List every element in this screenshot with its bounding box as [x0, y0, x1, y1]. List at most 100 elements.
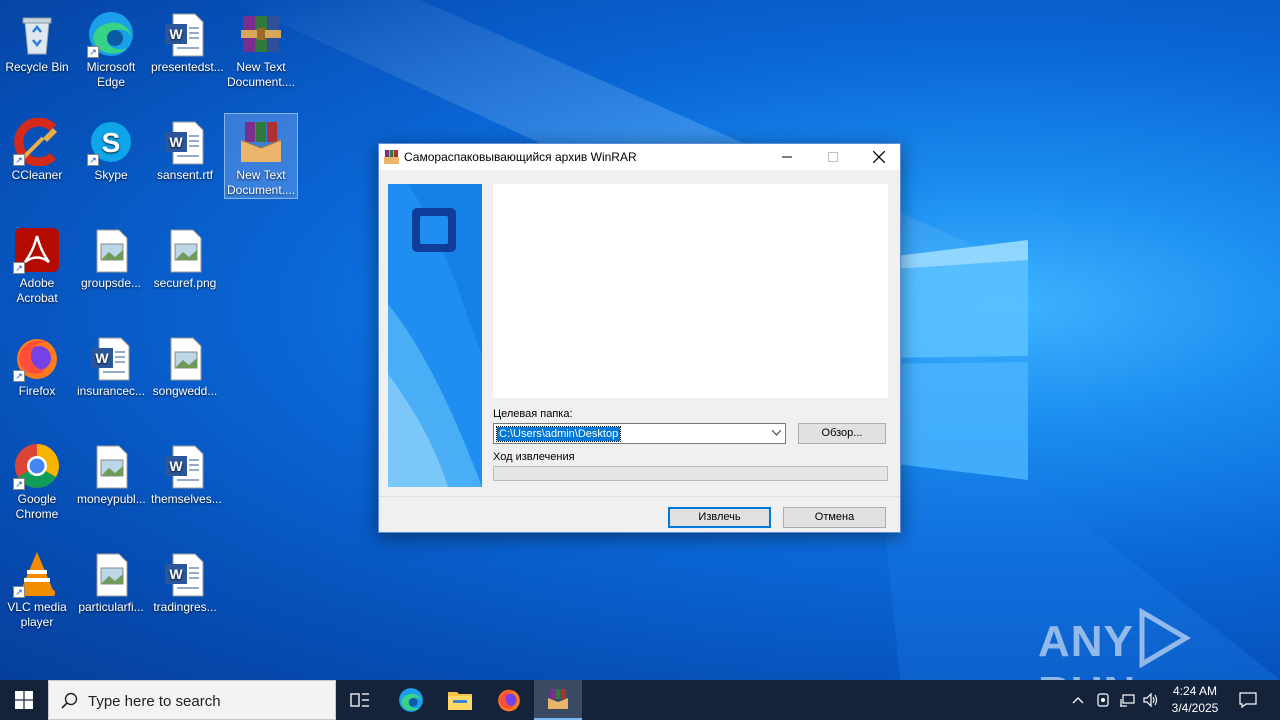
- image-file-icon: [161, 226, 209, 274]
- taskbar-file-explorer-button[interactable]: [436, 680, 484, 720]
- dialog-title: Самораспаковывающийся архив WinRAR: [404, 150, 637, 164]
- desktop-icon-google-chrome[interactable]: ↗ Google Chrome: [1, 438, 73, 522]
- sfx-side-banner: [388, 184, 482, 487]
- word-document-icon: W: [161, 442, 209, 490]
- shortcut-arrow-icon: ↗: [87, 154, 99, 166]
- taskbar-search-box[interactable]: Type here to search: [48, 680, 336, 720]
- desktop-icon-recycle-bin[interactable]: Recycle Bin: [1, 6, 73, 75]
- chevron-up-icon: [1072, 697, 1084, 704]
- word-document-icon: W: [161, 550, 209, 598]
- svg-text:S: S: [102, 127, 121, 158]
- svg-text:W: W: [169, 26, 183, 42]
- svg-text:W: W: [169, 458, 183, 474]
- desktop-icon-presentedst[interactable]: W presentedst...: [149, 6, 224, 75]
- desktop-icon-label: CCleaner: [11, 168, 63, 182]
- recycle-bin-icon: [13, 10, 61, 58]
- tray-device-button[interactable]: [1092, 680, 1114, 720]
- start-button[interactable]: [0, 680, 48, 720]
- desktop-icon-sansent[interactable]: W sansent.rtf: [149, 114, 221, 183]
- image-file-icon: [161, 334, 209, 382]
- desktop-icon-groupsde[interactable]: groupsde...: [75, 222, 147, 291]
- winrar-sfx-dialog: Самораспаковывающийся архив WinRAR Целев…: [378, 143, 901, 533]
- desktop-icon-firefox[interactable]: ↗ Firefox: [1, 330, 73, 399]
- desktop-icon-label: particularfi...: [78, 600, 144, 614]
- clock-date: 3/4/2025: [1171, 701, 1219, 715]
- desktop-icon-label: VLC media player: [7, 600, 67, 629]
- desktop-icon-microsoft-edge[interactable]: ↗ Microsoft Edge: [75, 6, 147, 90]
- taskbar-edge-button[interactable]: [387, 680, 435, 720]
- desktop-icon-label: Adobe Acrobat: [16, 276, 58, 305]
- show-hidden-icons-button[interactable]: [1066, 680, 1090, 720]
- desktop-icon-skype[interactable]: S ↗ Skype: [75, 114, 147, 183]
- shortcut-arrow-icon: ↗: [13, 370, 25, 382]
- desktop-icon-securef[interactable]: securef.png: [149, 222, 221, 291]
- desktop-icon-label: themselves...: [151, 492, 222, 506]
- shortcut-arrow-icon: ↗: [87, 46, 99, 58]
- firefox-icon: ↗: [13, 334, 61, 382]
- desktop-icon-label: New Text Document....: [227, 60, 296, 89]
- desktop-icon-adobe-acrobat[interactable]: ↗ Adobe Acrobat: [1, 222, 73, 306]
- desktop-icon-label: Microsoft Edge: [86, 60, 136, 89]
- desktop-icon-label: New Text Document....: [227, 168, 296, 197]
- chrome-icon: ↗: [13, 442, 61, 490]
- taskbar-winrar-button[interactable]: [534, 680, 582, 720]
- desktop-icon-new-text-document-1[interactable]: New Text Document....: [225, 6, 297, 90]
- notification-icon: [1239, 692, 1257, 708]
- vlc-icon: ↗: [13, 550, 61, 598]
- clock-time: 4:24 AM: [1172, 684, 1218, 698]
- desktop-icon-themselves[interactable]: W themselves...: [149, 438, 222, 507]
- edge-icon: [399, 688, 423, 712]
- winrar-archive-icon: [237, 118, 285, 166]
- footer-separator: [379, 496, 900, 497]
- firefox-icon: [498, 689, 520, 712]
- desktop-icon-label: Google Chrome: [15, 492, 59, 521]
- play-logo-icon: [1139, 607, 1191, 669]
- task-view-icon: [350, 693, 369, 707]
- close-button[interactable]: [856, 144, 902, 170]
- svg-text:W: W: [169, 134, 183, 150]
- shortcut-arrow-icon: ↗: [13, 154, 25, 166]
- browse-button[interactable]: Обзор...: [798, 423, 886, 444]
- desktop-icon-label: insurancec...: [77, 384, 146, 398]
- desktop-icon-songwedd[interactable]: songwedd...: [149, 330, 221, 399]
- speaker-icon: [1143, 693, 1158, 707]
- desktop-icon-moneypubl[interactable]: moneypubl...: [75, 438, 147, 507]
- windows-start-icon: [15, 691, 33, 709]
- taskbar: Type here to search 4:24 AM 3/4/2025: [0, 680, 1280, 720]
- desktop-icon-label: securef.png: [153, 276, 217, 290]
- minimize-icon: [782, 156, 792, 158]
- destination-folder-combobox[interactable]: C:\Users\admin\Desktop: [493, 423, 786, 444]
- search-icon: [61, 692, 78, 709]
- ccleaner-icon: ↗: [13, 117, 61, 167]
- desktop-icon-new-text-document-2[interactable]: New Text Document....: [224, 113, 298, 199]
- word-document-icon: W: [161, 10, 209, 58]
- task-view-button[interactable]: [338, 680, 382, 720]
- taskbar-clock[interactable]: 4:24 AM 3/4/2025: [1160, 683, 1230, 717]
- cancel-button[interactable]: Отмена: [783, 507, 886, 528]
- tray-volume-button[interactable]: [1140, 680, 1162, 720]
- action-center-button[interactable]: [1234, 680, 1262, 720]
- desktop-icon-label: Skype: [94, 168, 128, 182]
- sfx-comment-area: [493, 184, 888, 398]
- chevron-down-icon[interactable]: [772, 430, 781, 436]
- desktop-icon-tradingres[interactable]: W tradingres...: [149, 546, 221, 615]
- desktop-icon-particularfi[interactable]: particularfi...: [75, 546, 147, 615]
- desktop-icon-label: sansent.rtf: [156, 168, 214, 182]
- minimize-button[interactable]: [764, 144, 810, 170]
- desktop-icon-insurancec[interactable]: W insurancec...: [75, 330, 147, 399]
- desktop-icon-label: Firefox: [18, 384, 56, 398]
- desktop-icon-label: songwedd...: [152, 384, 218, 398]
- taskbar-firefox-button[interactable]: [485, 680, 533, 720]
- desktop-icon-ccleaner[interactable]: ↗ CCleaner: [1, 114, 73, 183]
- device-icon: [1097, 693, 1109, 707]
- watermark-left-text: ANY: [1038, 617, 1134, 666]
- extract-button[interactable]: Извлечь: [668, 507, 771, 528]
- network-icon: [1120, 694, 1135, 707]
- tray-network-button[interactable]: [1116, 680, 1138, 720]
- desktop-icon-vlc-media-player[interactable]: ↗ VLC media player: [1, 546, 73, 630]
- winrar-app-icon: [384, 150, 399, 164]
- windows-logo-wallpaper: [880, 240, 1028, 480]
- destination-folder-value[interactable]: C:\Users\admin\Desktop: [495, 426, 622, 442]
- extraction-progress-label: Ход извлечения: [493, 451, 575, 463]
- dialog-titlebar[interactable]: Самораспаковывающийся архив WinRAR: [379, 144, 900, 170]
